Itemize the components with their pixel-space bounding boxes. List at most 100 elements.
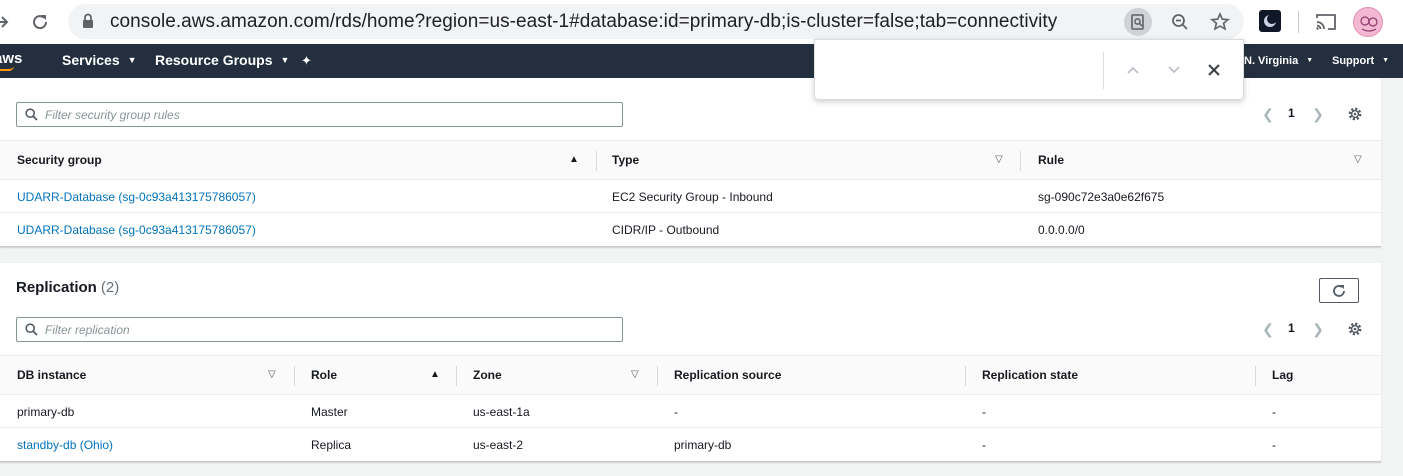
column-divider[interactable]: [965, 366, 966, 386]
column-header-replication-source[interactable]: Replication source: [674, 368, 781, 382]
find-next-button[interactable]: [1162, 58, 1186, 82]
security-group-rules-panel: ❮ 1 ❯ Security group ▲ Type ▽ Rule ▽ UDA…: [0, 78, 1381, 247]
replication-state: -: [982, 438, 986, 452]
find-in-page-icon[interactable]: [1124, 8, 1152, 36]
rule-type: EC2 Security Group - Inbound: [612, 190, 773, 204]
find-close-button[interactable]: [1202, 58, 1226, 82]
services-menu[interactable]: Services ▼: [62, 52, 137, 68]
support-label: Support: [1332, 55, 1375, 67]
refresh-button[interactable]: [1319, 278, 1359, 303]
caret-down-icon: ▼: [1382, 57, 1390, 64]
zoom-out-icon[interactable]: [1166, 8, 1194, 36]
next-page-icon[interactable]: ❯: [1311, 319, 1325, 339]
db-role: Master: [311, 405, 348, 419]
column-header-security-group[interactable]: Security group: [17, 153, 102, 167]
sort-ascending-icon[interactable]: ▲: [569, 154, 579, 165]
replication-panel: Replication(2) ❮ 1 ❯ DB instance ▽ Role …: [0, 263, 1381, 462]
chevron-up-icon: [1127, 66, 1139, 74]
column-divider[interactable]: [456, 366, 457, 386]
column-header-role[interactable]: Role: [311, 368, 337, 382]
table-row: standby-db (Ohio) Replica us-east-2 prim…: [0, 428, 1381, 461]
page-number[interactable]: 1: [1288, 321, 1295, 335]
close-icon: [1208, 64, 1220, 76]
rule-value: 0.0.0.0/0: [1038, 223, 1085, 237]
table-row: primary-db Master us-east-1a - - -: [0, 395, 1381, 428]
security-group-link[interactable]: UDARR-Database (sg-0c93a413175786057): [17, 190, 256, 204]
security-group-filter-input[interactable]: [45, 106, 605, 123]
bookmark-star-icon[interactable]: [1206, 8, 1234, 36]
db-role: Replica: [311, 438, 352, 452]
replication-heading: Replication (2): [16, 279, 119, 296]
column-header-rule[interactable]: Rule: [1038, 153, 1064, 167]
resource-groups-label: Resource Groups: [155, 52, 273, 68]
security-group-link[interactable]: UDARR-Database (sg-0c93a413175786057): [17, 223, 256, 237]
find-previous-button[interactable]: [1121, 58, 1145, 82]
find-in-page-bar: [814, 39, 1244, 100]
replication-title: Replication: [16, 279, 97, 296]
db-zone: us-east-2: [473, 438, 524, 452]
security-group-pagination: ❮ 1 ❯: [1261, 104, 1341, 124]
sort-ascending-icon[interactable]: ▲: [430, 369, 440, 380]
caret-down-icon: ▼: [127, 55, 137, 65]
column-divider[interactable]: [596, 151, 597, 171]
previous-page-icon[interactable]: ❮: [1261, 319, 1275, 339]
replication-filter[interactable]: [16, 317, 623, 342]
column-divider[interactable]: [294, 366, 295, 386]
sort-icon[interactable]: ▽: [1354, 154, 1362, 165]
column-header-db-instance[interactable]: DB instance: [17, 368, 86, 382]
gear-icon[interactable]: [1347, 321, 1363, 337]
sort-icon[interactable]: ▽: [631, 369, 639, 380]
gear-icon[interactable]: [1347, 106, 1363, 122]
table-row: UDARR-Database (sg-0c93a413175786057) CI…: [0, 213, 1381, 246]
sort-icon[interactable]: ▽: [995, 154, 1003, 165]
db-zone: us-east-1a: [473, 405, 530, 419]
services-label: Services: [62, 52, 120, 68]
forward-icon[interactable]: [0, 8, 16, 36]
page-number[interactable]: 1: [1288, 106, 1295, 120]
replication-source: -: [674, 405, 678, 419]
table-row: UDARR-Database (sg-0c93a413175786057) EC…: [0, 180, 1381, 213]
search-icon: [25, 108, 38, 121]
region-menu[interactable]: N. Virginia ▼: [1244, 55, 1313, 67]
browser-toolbar: console.aws.amazon.com/rds/home?region=u…: [0, 0, 1403, 44]
caret-down-icon: ▼: [280, 55, 290, 65]
aws-logo-smile: [0, 66, 14, 71]
pin-icon[interactable]: ✦: [301, 53, 312, 69]
refresh-icon: [1333, 284, 1345, 297]
aws-logo[interactable]: aws: [0, 50, 22, 67]
replication-table-header: DB instance ▽ Role ▲ Zone ▽ Replication …: [0, 355, 1381, 395]
security-group-filter[interactable]: [16, 102, 623, 127]
reload-icon[interactable]: [26, 8, 54, 36]
find-divider: [1103, 52, 1104, 89]
replication-lag: -: [1272, 405, 1276, 419]
replication-count: (2): [100, 279, 120, 296]
security-group-table-header: Security group ▲ Type ▽ Rule ▽: [0, 140, 1381, 180]
next-page-icon[interactable]: ❯: [1311, 104, 1325, 124]
toolbar-divider: [1298, 11, 1299, 33]
column-header-lag[interactable]: Lag: [1272, 368, 1293, 382]
find-input[interactable]: [825, 52, 1095, 88]
address-bar[interactable]: console.aws.amazon.com/rds/home?region=u…: [68, 4, 1244, 39]
sort-icon[interactable]: ▽: [268, 369, 276, 380]
caret-down-icon: ▼: [1306, 57, 1314, 64]
column-header-type[interactable]: Type: [612, 153, 639, 167]
previous-page-icon[interactable]: ❮: [1261, 104, 1275, 124]
url-text[interactable]: console.aws.amazon.com/rds/home?region=u…: [110, 11, 1057, 33]
extension-icon[interactable]: [1259, 10, 1281, 32]
column-header-zone[interactable]: Zone: [473, 368, 502, 382]
column-divider[interactable]: [657, 366, 658, 386]
replication-lag: -: [1272, 438, 1276, 452]
db-instance-name: primary-db: [17, 405, 75, 419]
resource-groups-menu[interactable]: Resource Groups ▼: [155, 52, 289, 68]
profile-avatar[interactable]: [1353, 7, 1383, 37]
support-menu[interactable]: Support ▼: [1332, 55, 1389, 67]
column-divider[interactable]: [1020, 151, 1021, 171]
replication-state: -: [982, 405, 986, 419]
cast-icon[interactable]: [1312, 8, 1340, 36]
rule-type: CIDR/IP - Outbound: [612, 223, 720, 237]
replication-filter-input[interactable]: [45, 321, 605, 338]
column-header-replication-state[interactable]: Replication state: [982, 368, 1078, 382]
column-divider[interactable]: [1255, 366, 1256, 386]
lock-icon: [83, 13, 93, 28]
db-instance-link[interactable]: standby-db (Ohio): [17, 438, 113, 452]
